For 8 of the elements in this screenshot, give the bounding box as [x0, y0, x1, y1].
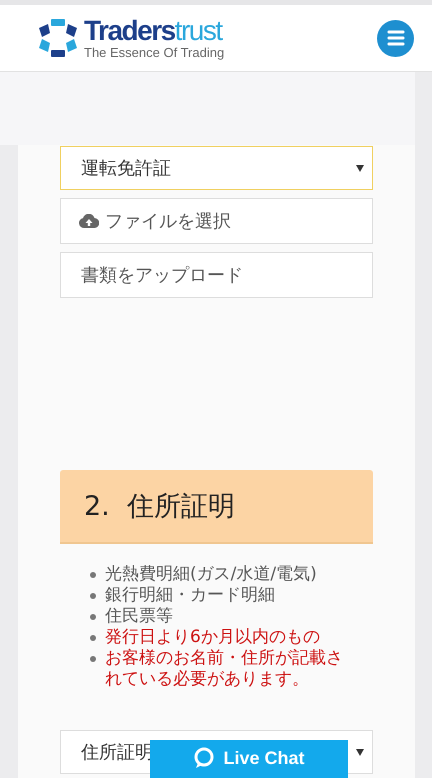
- document-item: 住民票等: [105, 606, 173, 627]
- logo-tagline: The Essence Of Trading: [84, 46, 224, 59]
- requirement-note: 発行日より6か月以内のもの: [105, 627, 320, 648]
- logo-text: Traderstrust: [84, 17, 224, 45]
- requirement-note: お客様のお名前・住所が記載されている必要があります。: [105, 648, 344, 690]
- section-heading: 2. 住所証明: [60, 470, 373, 544]
- document-item: 光熱費明細(ガス/水道/電気): [105, 564, 317, 585]
- document-item: 銀行明細・カード明細: [105, 585, 275, 606]
